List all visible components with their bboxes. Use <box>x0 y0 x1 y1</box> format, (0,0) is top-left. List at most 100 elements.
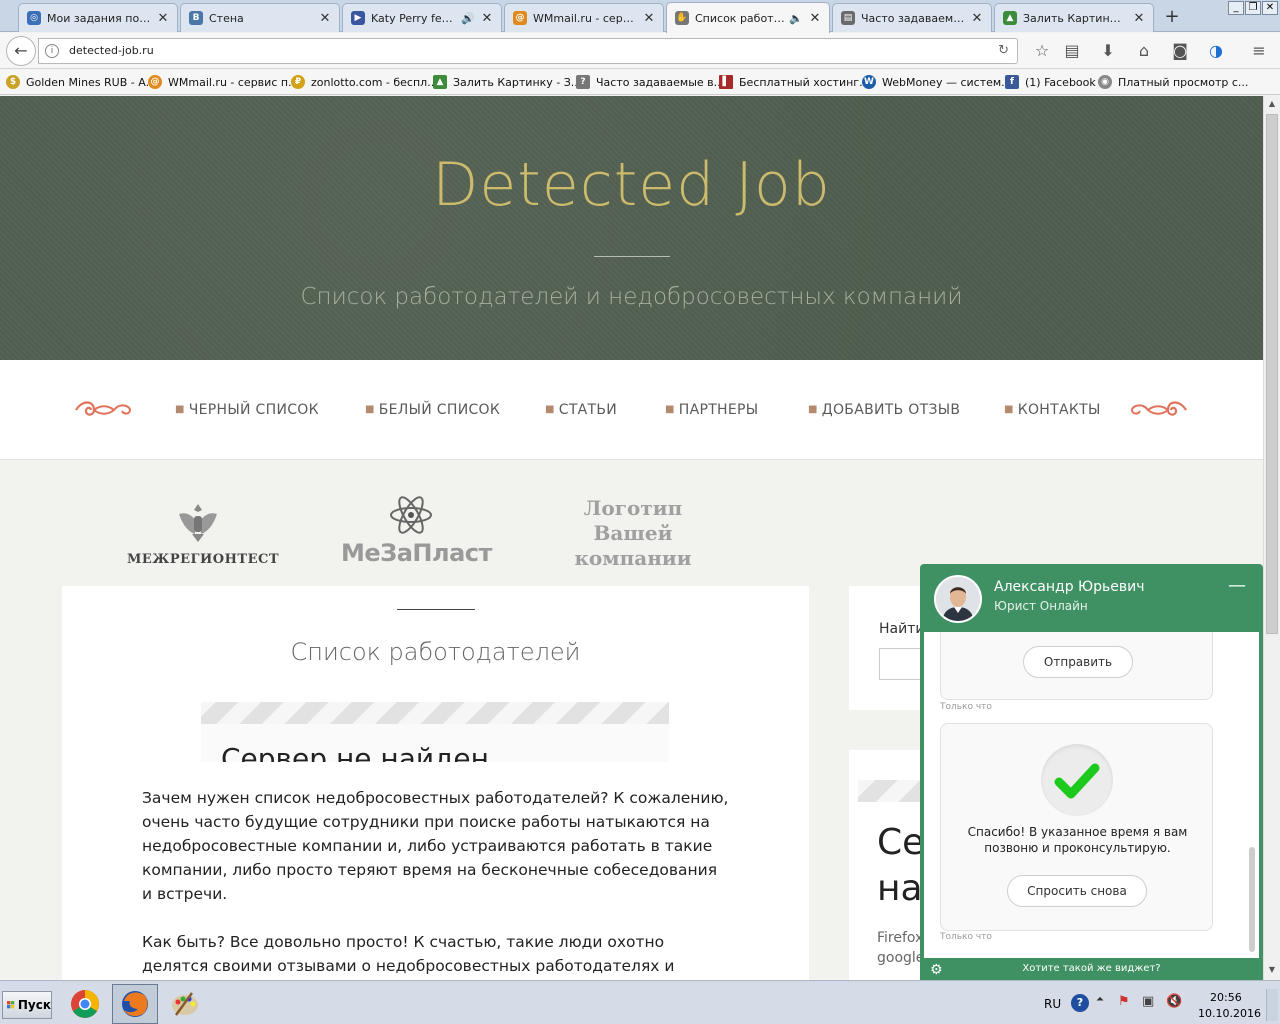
tab-5-active[interactable]: ✋ Список работо... 🔈 ✕ <box>666 2 830 33</box>
language-indicator[interactable]: RU <box>1044 997 1061 1011</box>
site-title[interactable]: Detected Job <box>0 150 1263 220</box>
bullet-icon: ■ <box>365 404 375 415</box>
ask-again-button[interactable]: Спросить снова <box>1007 875 1147 907</box>
message-time: Только что <box>940 702 992 712</box>
sidebar-search-widget: Найти <box>849 586 939 710</box>
bullet-icon: ■ <box>1004 404 1014 415</box>
tab-3[interactable]: ▶ Katy Perry feat... 🔊 ✕ <box>342 3 502 32</box>
clock-date[interactable]: 10.10.2016 <box>1198 1007 1261 1020</box>
atom-icon[interactable] <box>388 494 434 536</box>
image-icon: ▲ <box>1003 11 1017 25</box>
frame-error-text: Сервер не найден <box>221 742 489 762</box>
tab-2[interactable]: B Стена ✕ <box>180 3 340 32</box>
tab-1[interactable]: ◎ Мои задания по на... ✕ <box>18 3 178 32</box>
star-icon[interactable]: ☆ <box>1031 41 1053 61</box>
reading-list-icon[interactable]: ▤ <box>1061 41 1083 61</box>
close-icon[interactable]: ✕ <box>481 11 493 26</box>
close-icon[interactable]: ✕ <box>971 11 983 26</box>
partner-logo-mezaplast[interactable]: МеЗаПласт <box>341 539 492 567</box>
widget-promo-link[interactable]: Хотите такой же виджет? <box>920 963 1263 974</box>
clock-time[interactable]: 20:56 <box>1210 991 1242 1004</box>
bookmark-item[interactable]: ▲ Залить Картинку - З... <box>433 75 581 89</box>
ruble-icon: ₽ <box>291 75 305 89</box>
bookmark-item[interactable]: ? Часто задаваемые в... <box>576 75 724 89</box>
menu-label: КОНТАКТЫ <box>1017 402 1101 418</box>
scroll-thumb[interactable] <box>1266 114 1278 634</box>
chat-scrollbar[interactable] <box>1249 847 1255 952</box>
bookmark-item[interactable]: ₽ zonlotto.com - беспл... <box>291 75 438 89</box>
close-icon[interactable]: ✕ <box>643 11 655 26</box>
scroll-up-icon[interactable]: ▲ <box>1266 99 1278 111</box>
bookmark-item[interactable]: @ WMmail.ru - сервис п... <box>148 75 299 89</box>
error-line-1: Се <box>877 822 925 863</box>
address-bar[interactable]: i detected-job.ru ↻ <box>38 38 1018 64</box>
menu-item-blacklist[interactable]: ■ ЧЕРНЫЙ СПИСОК <box>175 402 319 418</box>
firefox-taskbar-button[interactable] <box>112 984 158 1024</box>
hand-icon: ✋ <box>675 11 689 25</box>
chrome-taskbar-button[interactable] <box>62 984 108 1024</box>
menu-item-contacts[interactable]: ■ КОНТАКТЫ <box>1004 402 1101 418</box>
menu-label: СТАТЬИ <box>558 402 618 418</box>
close-icon[interactable]: ✕ <box>1133 11 1145 26</box>
menu-item-add-review[interactable]: ■ ДОБАВИТЬ ОТЗЫВ <box>808 402 960 418</box>
window-controls: _ ❐ ✕ <box>1228 1 1278 15</box>
bookmark-item[interactable]: $ Golden Mines RUB - A... <box>6 75 156 89</box>
pocket-icon[interactable]: ◙ <box>1169 41 1191 61</box>
bookmark-label: zonlotto.com - беспл... <box>311 75 438 89</box>
send-button[interactable]: Отправить <box>1023 646 1133 678</box>
flag-icon[interactable]: ⚑ <box>1118 994 1130 1009</box>
tab-label: Часто задаваемые... <box>861 11 965 25</box>
menu-label: ЧЕРНЫЙ СПИСОК <box>188 402 319 418</box>
bookmark-item[interactable]: ▌ Бесплатный хостинг... <box>719 75 870 89</box>
bookmark-item[interactable]: W WebMoney — систем... <box>862 75 1012 89</box>
bookmark-label: WMmail.ru - сервис п... <box>168 75 299 89</box>
minimize-chat-button[interactable]: — <box>1228 577 1246 595</box>
close-icon[interactable]: ✕ <box>157 11 169 26</box>
paint-icon <box>172 992 198 1016</box>
menu-item-whitelist[interactable]: ■ БЕЛЫЙ СПИСОК <box>365 402 500 418</box>
menu-item-articles[interactable]: ■ СТАТЬИ <box>545 402 617 418</box>
show-desktop-button[interactable] <box>1266 989 1278 1021</box>
tab-label: WMmail.ru - сервис... <box>533 11 637 25</box>
close-icon[interactable]: ✕ <box>319 11 331 26</box>
minimize-icon[interactable]: _ <box>1228 1 1244 15</box>
bullet-icon: ■ <box>808 404 818 415</box>
speaker-icon[interactable]: 🔊 <box>461 12 475 25</box>
bookmark-item[interactable]: ◉ Платный просмотр с... <box>1098 75 1248 89</box>
close-icon[interactable]: ✕ <box>809 11 821 26</box>
back-button[interactable]: ← <box>6 36 36 66</box>
start-button[interactable]: Пуск <box>2 991 52 1019</box>
tab-label: Мои задания по на... <box>47 11 151 25</box>
network-icon[interactable]: ▣ <box>1142 994 1154 1009</box>
reload-icon[interactable]: ↻ <box>998 43 1009 58</box>
sidebar-embed-widget: Се на Firefox google <box>849 750 925 980</box>
frame-stripes <box>201 702 669 724</box>
restore-icon[interactable]: ❐ <box>1245 1 1261 15</box>
paint-taskbar-button[interactable] <box>162 984 208 1024</box>
eagle-emblem-icon[interactable] <box>175 500 221 546</box>
tab-7[interactable]: ▲ Залить Картинку -... ✕ <box>994 3 1154 32</box>
partner-logo-mezhregiontest[interactable]: МЕЖРЕГИОНТЕСТ <box>127 552 279 567</box>
help-icon[interactable]: ? <box>1071 994 1089 1012</box>
page-scrollbar[interactable]: ▲ ▼ <box>1263 96 1280 980</box>
menu-icon[interactable]: ≡ <box>1248 41 1270 61</box>
frame-stripes <box>858 780 921 802</box>
bookmark-item[interactable]: f (1) Facebook <box>1005 75 1096 89</box>
url-text[interactable]: detected-job.ru <box>69 44 154 57</box>
extension-icon[interactable]: ◑ <box>1205 41 1227 61</box>
new-tab-button[interactable]: + <box>1160 6 1184 28</box>
menu-item-partners[interactable]: ■ ПАРТНЕРЫ <box>665 402 758 418</box>
bullet-icon: ■ <box>665 404 675 415</box>
tab-label: Стена <box>209 11 244 25</box>
tab-6[interactable]: ▤ Часто задаваемые... ✕ <box>832 3 992 32</box>
download-icon[interactable]: ⬇ <box>1097 41 1119 61</box>
speaker-icon[interactable]: 🔈 <box>789 12 803 25</box>
scroll-down-icon[interactable]: ▼ <box>1266 965 1278 977</box>
partner-logo-placeholder[interactable]: Логотип Вашей компании <box>570 496 696 571</box>
tray-expand-icon[interactable]: ⏶ <box>1096 994 1104 1005</box>
tab-4[interactable]: @ WMmail.ru - сервис... ✕ <box>504 3 664 32</box>
info-icon[interactable]: i <box>45 44 59 58</box>
home-icon[interactable]: ⌂ <box>1133 41 1155 61</box>
volume-muted-icon[interactable]: 🔇 <box>1166 994 1182 1009</box>
close-window-icon[interactable]: ✕ <box>1262 1 1278 15</box>
